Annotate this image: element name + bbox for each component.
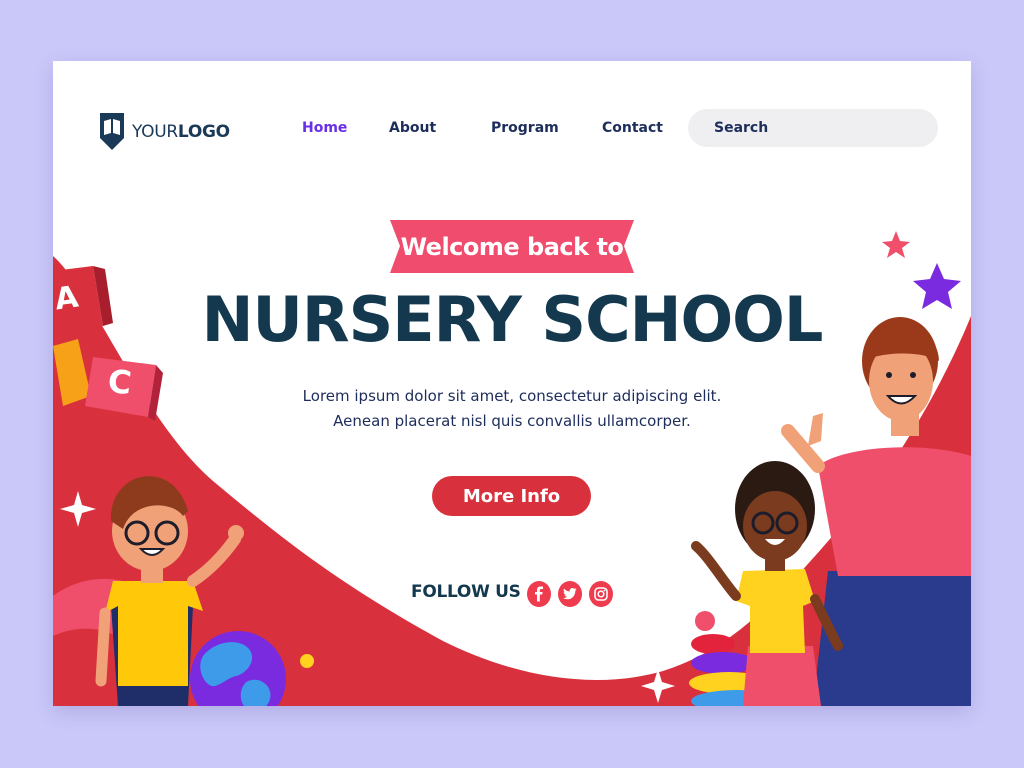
description-line-1: Lorem ipsum dolor sit amet, consectetur … <box>302 387 722 405</box>
hero-description: Lorem ipsum dolor sit amet, consectetur … <box>53 384 971 434</box>
welcome-ribbon: Welcome back to <box>390 220 634 273</box>
twitter-glyph <box>563 588 577 600</box>
logo-suffix: LOGO <box>177 122 230 142</box>
facebook-glyph <box>535 586 543 602</box>
block-letter-c: C <box>106 361 134 403</box>
block-letter-a: A <box>53 279 81 318</box>
follow-us-label: FOLLOW US <box>411 582 521 602</box>
page-title: NURSERY SCHOOL <box>201 283 824 356</box>
landing-page-card: YOURLOGO Home About Program Contact Sear… <box>53 61 971 706</box>
pink-star-icon <box>882 231 910 258</box>
nav-item-program[interactable]: Program <box>491 120 559 136</box>
logo-text: YOURLOGO <box>132 122 230 142</box>
search-input[interactable]: Search <box>688 109 938 147</box>
logo-prefix: YOUR <box>132 122 178 142</box>
more-info-button[interactable]: More Info <box>432 476 591 516</box>
instagram-icon[interactable] <box>589 581 613 607</box>
nav-item-contact[interactable]: Contact <box>602 120 663 136</box>
book-shield-icon <box>100 113 124 150</box>
twitter-icon[interactable] <box>558 581 582 607</box>
welcome-text: Welcome back to <box>400 232 624 261</box>
search-label: Search <box>714 120 769 136</box>
facebook-icon[interactable] <box>527 581 551 607</box>
nav-item-home[interactable]: Home <box>302 120 347 136</box>
nav-item-about[interactable]: About <box>389 120 436 136</box>
brand-logo[interactable]: YOURLOGO <box>99 111 230 153</box>
instagram-glyph <box>594 587 608 601</box>
description-line-2: Aenean placerat nisl quis convallis ulla… <box>333 412 691 430</box>
